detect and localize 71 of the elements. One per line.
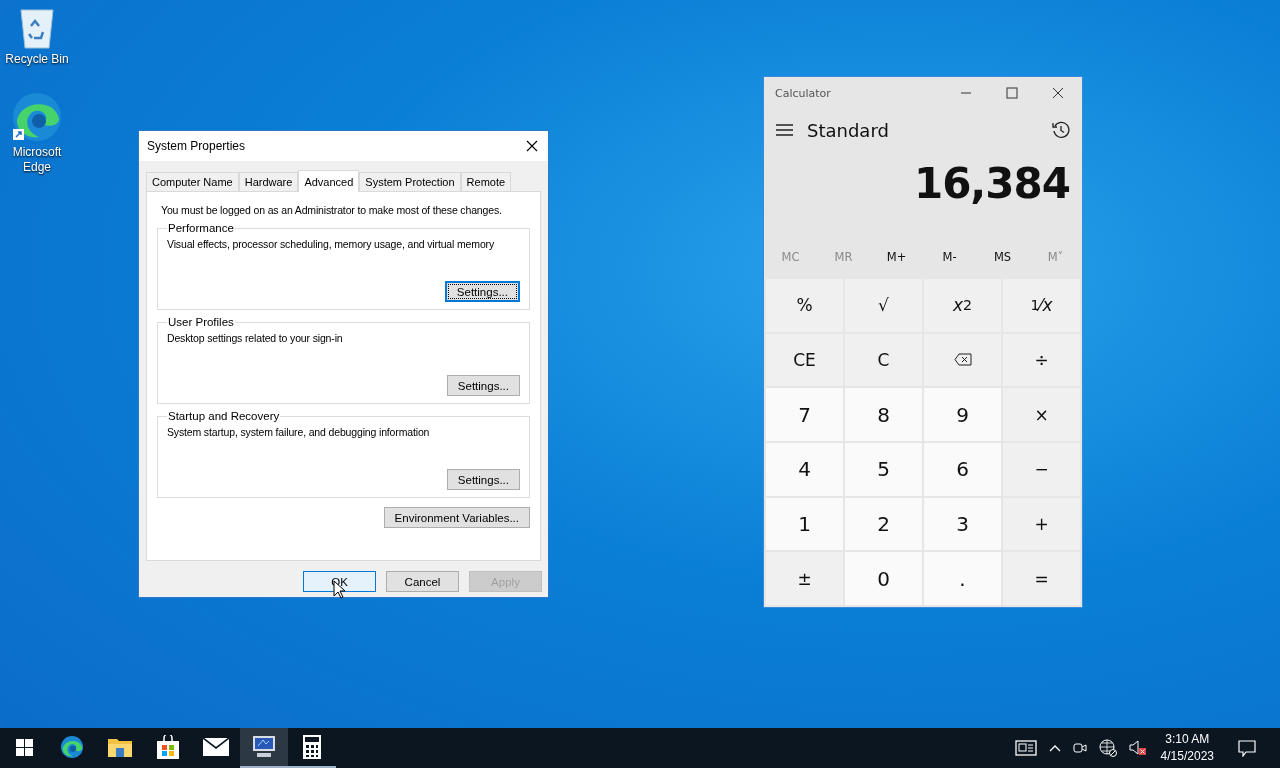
- dialog-button[interactable]: Cancel: [386, 571, 459, 592]
- settings-button[interactable]: Settings...: [446, 469, 520, 490]
- group-description: Desktop settings related to your sign-in: [167, 332, 344, 346]
- tab[interactable]: Hardware: [238, 172, 299, 191]
- group-title: Startup and Recovery: [167, 410, 281, 422]
- operator-key[interactable]: %: [766, 279, 843, 332]
- history-icon[interactable]: [1052, 121, 1070, 139]
- memory-button[interactable]: MS: [976, 237, 1029, 277]
- globe-icon[interactable]: [1098, 739, 1117, 757]
- digit-key[interactable]: 4: [766, 443, 843, 496]
- edge-icon[interactable]: [60, 735, 84, 759]
- shopping-bag-icon[interactable]: [157, 735, 179, 759]
- notification-icon[interactable]: [1238, 739, 1256, 757]
- close-icon[interactable]: [1052, 87, 1064, 99]
- tab[interactable]: Computer Name: [146, 172, 239, 191]
- clock-date[interactable]: 4/15/2023: [1160, 748, 1214, 765]
- window-title: System Properties: [147, 139, 246, 153]
- news-icon[interactable]: [1014, 740, 1037, 756]
- notice-text: You must be logged on as an Administrator to make most of these changes.: [161, 204, 503, 216]
- group-title: User Profiles: [167, 316, 235, 328]
- close-icon[interactable]: [526, 140, 538, 152]
- computer-icon[interactable]: [251, 735, 277, 759]
- menu-icon[interactable]: [776, 124, 793, 136]
- group-title: Performance: [167, 222, 235, 234]
- calculator-icon[interactable]: [303, 735, 321, 759]
- operator-key[interactable]: ×: [1003, 388, 1080, 441]
- digit-key[interactable]: 1: [766, 497, 843, 551]
- camera-icon[interactable]: [1072, 741, 1087, 755]
- operator-key[interactable]: ÷: [1003, 333, 1080, 387]
- operator-key[interactable]: C: [845, 333, 922, 387]
- memory-button[interactable]: M-: [923, 237, 976, 277]
- desktop-icon-label[interactable]: Microsoft Edge: [4, 145, 70, 175]
- operator-key[interactable]: √: [845, 279, 922, 332]
- operator-key[interactable]: +: [1003, 497, 1080, 551]
- digit-key[interactable]: 5: [845, 443, 922, 496]
- settings-button[interactable]: Settings...: [446, 375, 520, 396]
- taskbar-button[interactable]: [240, 728, 288, 768]
- digit-key[interactable]: 6: [924, 443, 1001, 496]
- desktop-icon-label[interactable]: Recycle Bin: [4, 52, 70, 67]
- tab[interactable]: Remote: [460, 172, 512, 191]
- speaker-muted-icon[interactable]: [1128, 740, 1147, 756]
- digit-key[interactable]: 9: [924, 388, 1001, 441]
- maximize-icon[interactable]: [1006, 87, 1018, 99]
- digit-key[interactable]: 8: [845, 388, 922, 441]
- digit-key[interactable]: 7: [766, 388, 843, 441]
- clock-time[interactable]: 3:10 AM: [1165, 731, 1210, 748]
- windows-start-icon[interactable]: [15, 738, 33, 756]
- digit-key[interactable]: 2: [845, 497, 922, 551]
- digit-key[interactable]: .: [924, 552, 1001, 605]
- tab[interactable]: System Protection: [359, 172, 461, 191]
- backspace-icon[interactable]: [953, 353, 972, 367]
- operator-key[interactable]: −: [1003, 443, 1080, 496]
- memory-button[interactable]: M+: [870, 237, 923, 277]
- group-description: Visual effects, processor scheduling, memory usage, and virtual memory: [167, 238, 496, 252]
- digit-key[interactable]: 3: [924, 497, 1001, 551]
- folder-icon[interactable]: [108, 737, 132, 757]
- chevron-up-icon[interactable]: [1048, 744, 1061, 752]
- recycle-bin-icon[interactable]: [17, 6, 57, 50]
- settings-button[interactable]: Settings...: [444, 281, 520, 302]
- operator-key[interactable]: ±: [766, 552, 843, 605]
- environment-variables-button[interactable]: Environment Variables...: [383, 507, 530, 528]
- mode-title: Standard: [807, 119, 890, 141]
- operator-key[interactable]: =: [1003, 552, 1080, 605]
- group-description: System startup, system failure, and debugging information: [167, 426, 431, 440]
- edge-icon[interactable]: [11, 91, 63, 143]
- digit-key[interactable]: 0: [845, 552, 922, 605]
- result-display: 16,384: [912, 158, 1071, 210]
- operator-key[interactable]: CE: [766, 333, 843, 387]
- window-title: Calculator: [775, 86, 831, 100]
- envelope-icon[interactable]: [203, 738, 229, 756]
- tab[interactable]: Advanced: [298, 170, 360, 192]
